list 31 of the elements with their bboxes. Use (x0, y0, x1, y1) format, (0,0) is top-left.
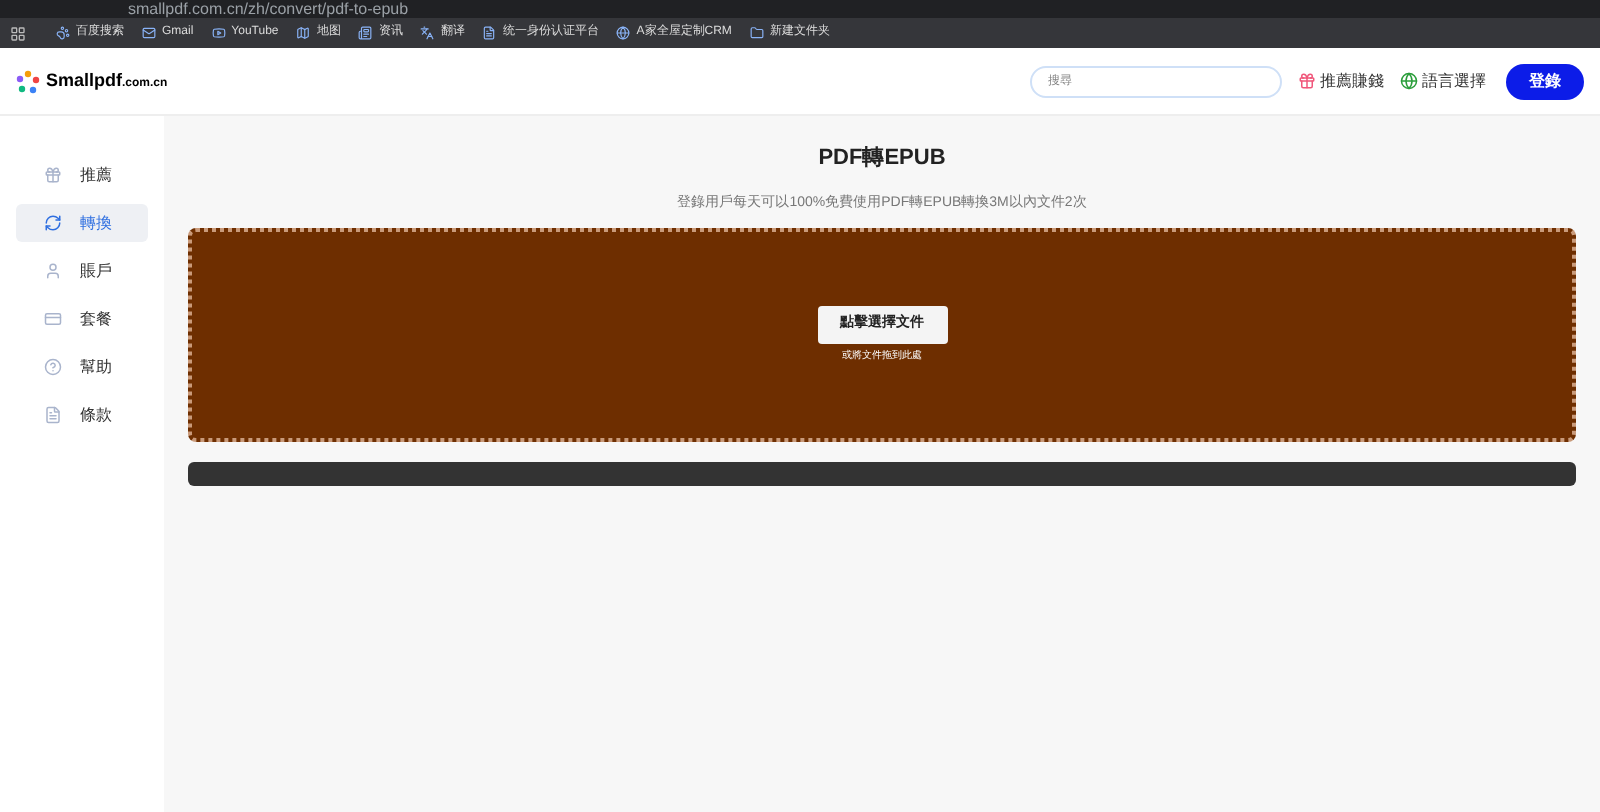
sidebar-item[interactable]: 轉換 (16, 204, 148, 242)
gift-icon (1298, 72, 1316, 90)
url-text: smallpdf.com.cn/zh/convert/pdf-to-epub (128, 0, 409, 18)
card-icon (44, 310, 62, 328)
page-icon (482, 26, 497, 40)
help-icon (44, 358, 62, 376)
doc-icon (44, 406, 62, 424)
news-icon (358, 26, 373, 40)
sidebar-item[interactable]: 幫助 (16, 348, 148, 386)
address-bar[interactable]: smallpdf.com.cn/zh/convert/pdf-to-epub (0, 0, 1600, 18)
video-icon (211, 26, 226, 40)
translate-icon (420, 26, 435, 40)
globe-icon (616, 26, 631, 40)
sidebar-item[interactable]: 推薦 (16, 156, 148, 194)
language-link[interactable]: 語言選擇 (1400, 69, 1486, 93)
mail-icon (142, 26, 156, 40)
globe-icon (1400, 72, 1418, 90)
sidebar-item[interactable]: 套餐 (16, 300, 148, 338)
map-icon (296, 26, 311, 40)
user-icon (44, 262, 62, 280)
paw-icon (56, 26, 70, 40)
referral-link[interactable]: 推薦賺錢 (1298, 69, 1384, 93)
apps-icon[interactable] (10, 25, 26, 41)
logo-icon (16, 69, 40, 93)
page-title: PDF轉EPUB (818, 144, 946, 174)
sidebar-item[interactable]: 賬戶 (16, 252, 148, 290)
folder-icon (749, 26, 764, 40)
gift-icon (44, 166, 62, 184)
convert-icon (44, 214, 62, 232)
login-button[interactable]: 登錄 (1506, 63, 1584, 99)
sidebar-item[interactable]: 條款 (16, 396, 148, 434)
